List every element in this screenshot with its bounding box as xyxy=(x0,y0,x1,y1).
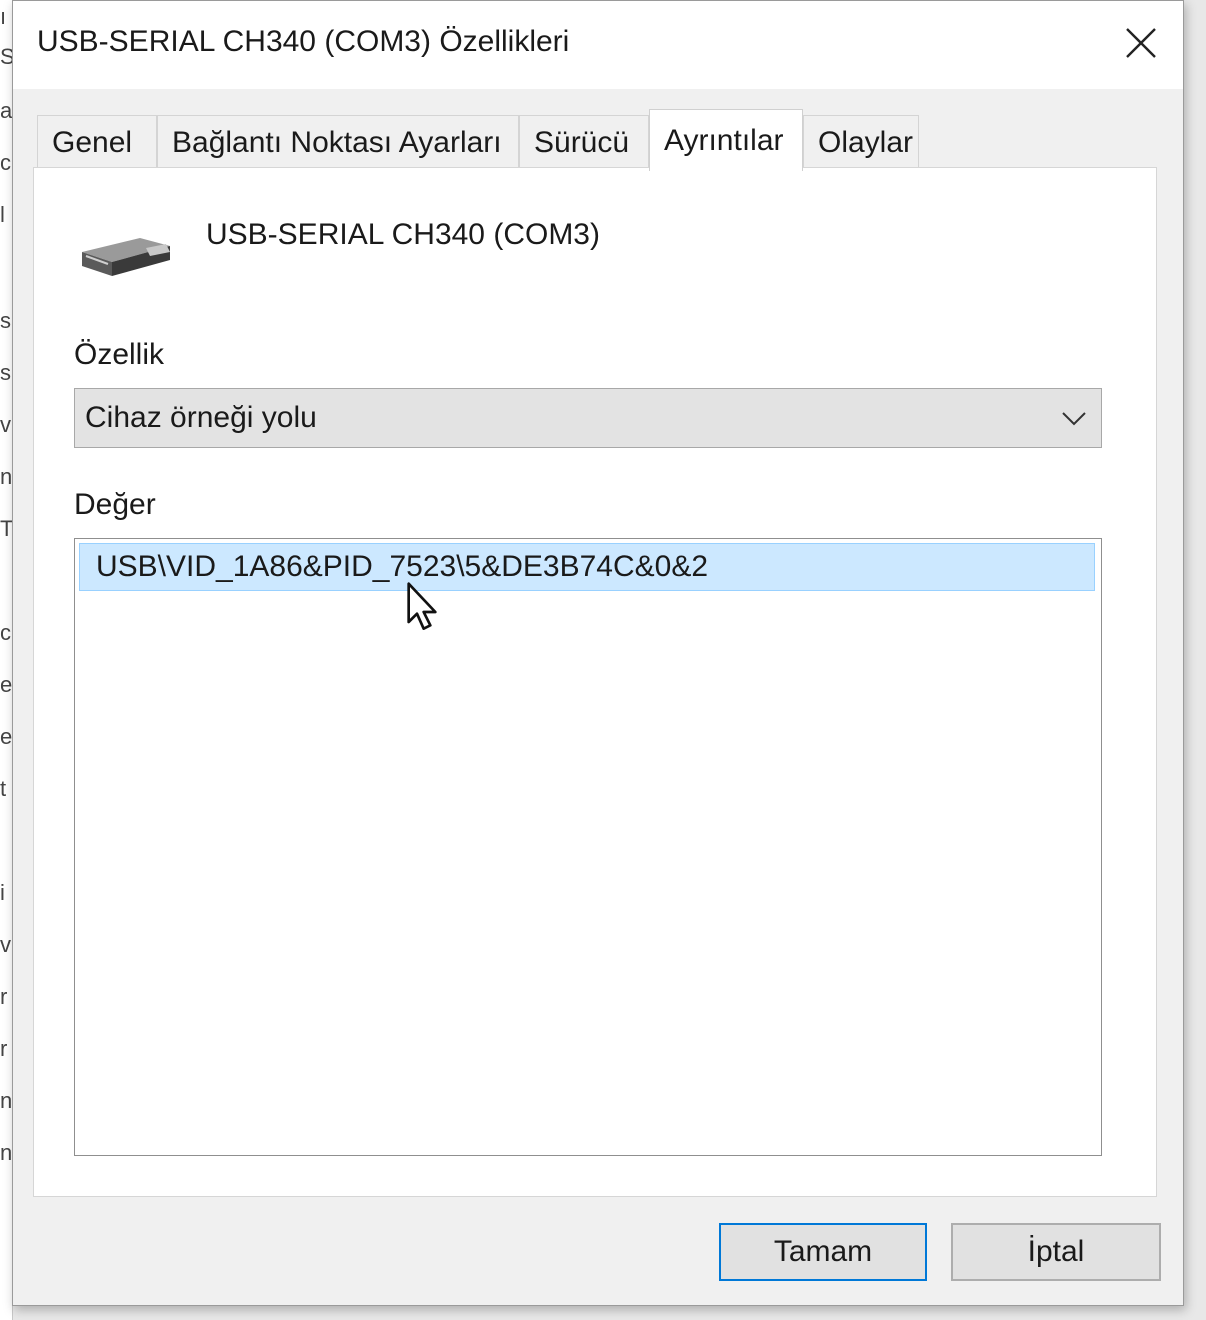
chevron-down-icon xyxy=(1062,412,1086,426)
ok-button[interactable]: Tamam xyxy=(719,1223,927,1281)
list-item[interactable]: USB\VID_1A86&PID_7523\5&DE3B74C&0&2 xyxy=(79,543,1095,591)
close-button[interactable] xyxy=(1113,15,1169,71)
device-name: USB-SERIAL CH340 (COM3) xyxy=(206,218,600,251)
property-label: Özellik xyxy=(74,338,165,371)
usb-serial-device-icon xyxy=(82,238,170,276)
tab-events[interactable]: Olaylar xyxy=(803,115,919,169)
properties-dialog: USB-SERIAL CH340 (COM3) Özellikleri Gene… xyxy=(12,0,1184,1306)
details-panel: USB-SERIAL CH340 (COM3) Özellik Cihaz ör… xyxy=(33,167,1157,1197)
tab-genel[interactable]: Genel xyxy=(37,115,157,169)
property-dropdown[interactable]: Cihaz örneği yolu xyxy=(74,388,1102,448)
cancel-button[interactable]: İptal xyxy=(951,1223,1161,1281)
property-selected-value: Cihaz örneği yolu xyxy=(85,401,317,434)
close-icon xyxy=(1126,28,1156,58)
value-listbox[interactable]: USB\VID_1A86&PID_7523\5&DE3B74C&0&2 xyxy=(74,538,1102,1156)
tab-details[interactable]: Ayrıntılar xyxy=(649,109,803,171)
window-title: USB-SERIAL CH340 (COM3) Özellikleri xyxy=(37,25,570,58)
mouse-cursor-icon xyxy=(407,582,437,631)
tab-driver[interactable]: Sürücü xyxy=(519,115,649,169)
value-label: Değer xyxy=(74,488,156,521)
title-bar: USB-SERIAL CH340 (COM3) Özellikleri xyxy=(13,1,1183,89)
tab-port-settings[interactable]: Bağlantı Noktası Ayarları xyxy=(157,115,519,169)
